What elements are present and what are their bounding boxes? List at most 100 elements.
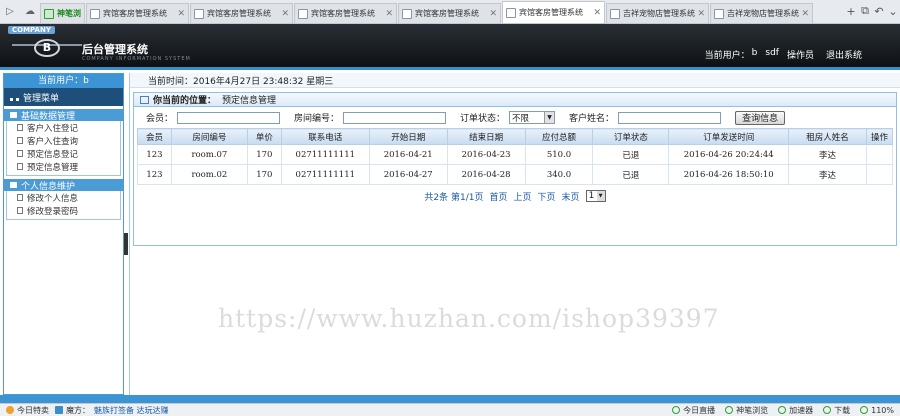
browser-tab-2[interactable]: 宾馆客房管理系统 ✕	[294, 3, 397, 23]
sidebar-group-1[interactable]: 个人信息维护	[4, 179, 123, 192]
close-icon[interactable]: ✕	[593, 8, 601, 18]
logout-link[interactable]: 退出系统	[826, 48, 862, 61]
document-icon	[17, 150, 23, 157]
status-select-value: 不限	[512, 113, 530, 124]
sidebar-item-label: 修改登录密码	[27, 206, 79, 217]
close-icon[interactable]: ✕	[489, 9, 497, 19]
table-cell: 2016-04-27	[368, 164, 448, 185]
status-deal-item[interactable]: 今日特卖	[6, 405, 49, 416]
status-right-item[interactable]: 今日直播	[672, 405, 715, 416]
menu-title: 管理菜单	[23, 93, 60, 104]
sidebar-group-0[interactable]: 基础数据管理	[4, 109, 123, 122]
status-label: 订单状态：	[460, 114, 506, 124]
table-cell: 2016-04-26 20:24:44	[668, 144, 790, 165]
close-icon[interactable]: ✕	[281, 9, 289, 19]
user-label: 当前用户：	[704, 51, 750, 61]
status-select[interactable]: 不限 ▼	[509, 111, 556, 124]
new-tab-icon[interactable]: +	[844, 5, 858, 18]
pager-next[interactable]: 下页	[538, 190, 556, 203]
pager-prev[interactable]: 上页	[514, 190, 532, 203]
dropdown-arrow-icon: ▼	[596, 191, 605, 201]
browser-tab-title: 宾馆客房管理系统	[519, 8, 583, 17]
undo-icon[interactable]: ↶	[872, 5, 886, 18]
member-input[interactable]	[177, 111, 281, 124]
document-icon	[17, 207, 23, 214]
close-icon[interactable]: ✕	[697, 9, 705, 19]
sidebar-item[interactable]: 修改登录密码	[7, 204, 120, 217]
rocket-icon	[778, 406, 787, 414]
column-header: 结束日期	[446, 128, 526, 145]
sidebar-collapse-handle[interactable]	[124, 233, 128, 255]
sidebar-item[interactable]: 修改个人信息	[7, 191, 120, 204]
sidebar-item[interactable]: 预定信息管理	[7, 160, 120, 173]
browser-tab-1[interactable]: 宾馆客房管理系统 ✕	[190, 3, 293, 23]
document-icon	[17, 163, 23, 170]
page-select-value: 1	[588, 191, 595, 201]
cloud-icon[interactable]: ☁	[22, 3, 38, 19]
browser-tab-3[interactable]: 宾馆客房管理系统 ✕	[398, 3, 501, 23]
content-panel: 你当前的位置： 预定信息管理 会员： 房间编号： 订单状态： 不限 ▼ 客户姓名：…	[133, 92, 897, 246]
browser-tab-title: 吉祥宠物店管理系统	[623, 9, 695, 18]
document-icon	[17, 137, 23, 144]
page-icon	[298, 8, 308, 19]
column-header: 开始日期	[368, 128, 448, 145]
table-cell: 340.0	[524, 164, 594, 185]
restore-icon[interactable]: ⧉	[858, 4, 872, 18]
location-label: 你当前的位置：	[153, 96, 217, 106]
table-cell: 李达	[788, 164, 867, 185]
browser-home-tab[interactable]: 神笔浏览	[40, 3, 85, 23]
table-row: 123 room.07 170 02711111111 2016-04-21 2016-0…	[137, 144, 894, 165]
status-right-label: 今日直播	[683, 405, 716, 415]
status-right-item[interactable]: 神笔浏览	[725, 405, 768, 416]
status-right-item[interactable]: 加速器	[778, 405, 813, 416]
column-header: 应付总额	[524, 128, 594, 145]
room-input[interactable]	[343, 111, 447, 124]
location-value: 预定信息管理	[222, 96, 277, 106]
browser-tab-6[interactable]: 吉祥宠物店管理系统 ✕	[710, 3, 813, 23]
sidebar-group-title: 个人信息维护	[21, 181, 76, 192]
column-header: 订单状态	[592, 128, 670, 145]
sidebar-item-label: 预定信息管理	[27, 162, 79, 173]
zoom-icon	[860, 406, 869, 414]
status-ad-link[interactable]: 魅族打签备 达玩达赚	[94, 405, 169, 416]
close-icon[interactable]: ✕	[385, 9, 393, 19]
search-form: 会员： 房间编号： 订单状态： 不限 ▼ 客户姓名： 查询信息	[134, 107, 896, 128]
footer-bar	[0, 395, 900, 403]
table-cell: 510.0	[524, 144, 594, 165]
browser-tab-5[interactable]: 吉祥宠物店管理系统 ✕	[606, 3, 709, 23]
table-row: 123 room.02 170 02711111111 2016-04-27 2016-0…	[137, 164, 894, 185]
browser-tab-title: 宾馆客房管理系统	[103, 9, 167, 18]
back-icon[interactable]: ▷	[2, 3, 18, 19]
status-right-label: 110%	[871, 405, 894, 415]
column-header: 单价	[246, 128, 282, 145]
close-icon[interactable]: ✕	[177, 9, 185, 19]
system-title: 后台管理系统	[82, 43, 148, 56]
status-right-item[interactable]: 110%	[860, 405, 894, 416]
column-header: 操作	[865, 128, 894, 145]
search-button[interactable]: 查询信息	[735, 110, 786, 125]
page-icon	[194, 8, 204, 19]
status-right-label: 加速器	[789, 405, 814, 415]
room-label: 房间编号：	[294, 114, 340, 124]
menu-header: 管理菜单	[4, 88, 123, 106]
browser-tab-title: 宾馆客房管理系统	[415, 9, 479, 18]
close-icon[interactable]: ✕	[801, 9, 809, 19]
sidebar-item[interactable]: 客户入住查询	[7, 134, 120, 147]
status-cube-label: 魔方：	[66, 405, 90, 415]
sidebar-item[interactable]: 客户入住登记	[7, 121, 120, 134]
column-header: 订单发送时间	[668, 128, 790, 145]
table-cell: 02711111111	[280, 164, 370, 185]
browser-tab-4[interactable]: 宾馆客房管理系统 ✕	[502, 1, 605, 23]
sidebar-item[interactable]: 预定信息登记	[7, 147, 120, 160]
chevron-down-icon[interactable]: ⌄	[886, 5, 900, 18]
dropdown-arrow-icon: ▼	[544, 112, 555, 123]
table-cell: room.02	[170, 164, 248, 185]
pager-first[interactable]: 首页	[490, 190, 508, 203]
page-select[interactable]: 1 ▼	[585, 190, 606, 202]
status-cube-item[interactable]: 魔方： 魅族打签备 达玩达赚	[55, 405, 169, 416]
status-right-item[interactable]: 下载	[823, 405, 850, 416]
customer-name-input[interactable]	[618, 111, 722, 124]
page-icon	[610, 8, 620, 19]
pager-last[interactable]: 末页	[562, 190, 580, 203]
browser-tab-0[interactable]: 宾馆客房管理系统 ✕	[86, 3, 189, 23]
